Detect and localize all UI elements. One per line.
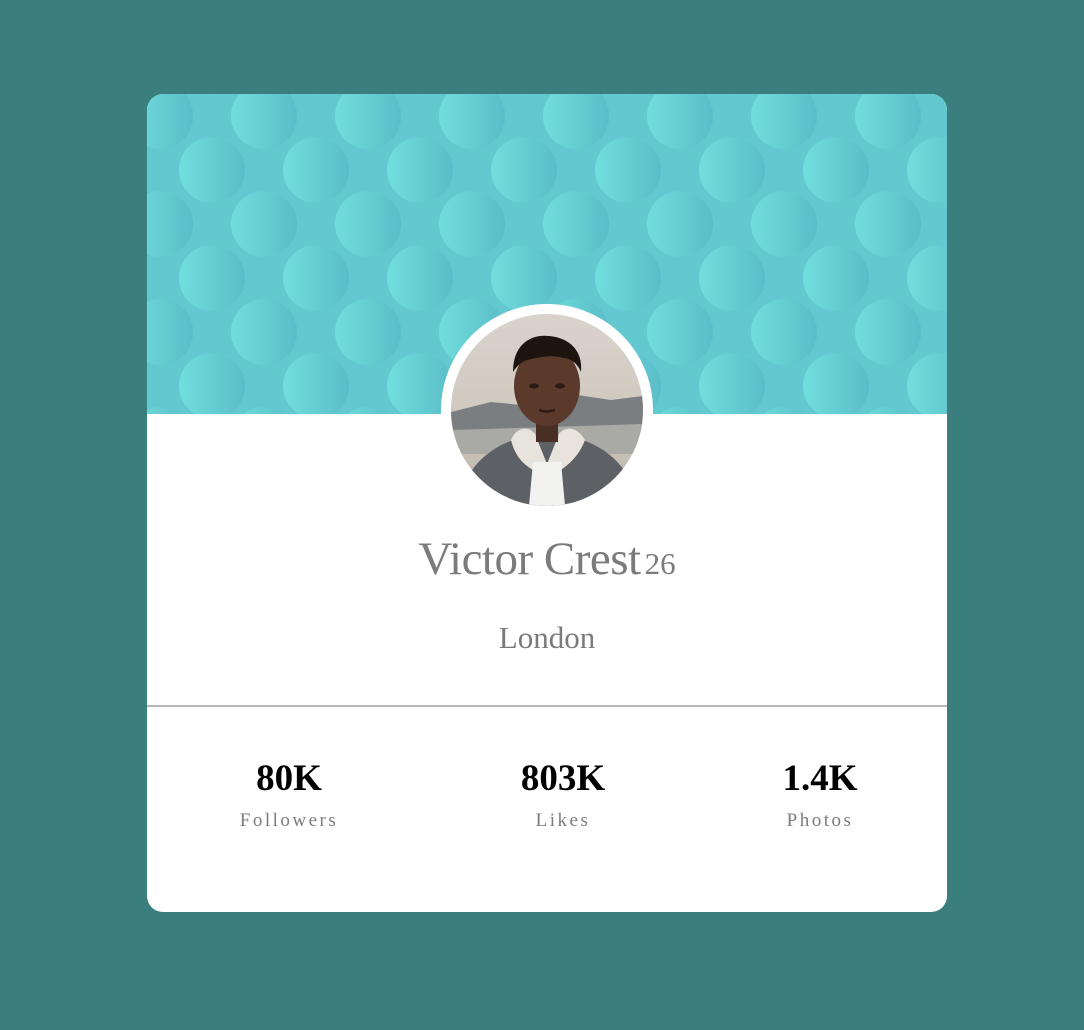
pattern-circle — [439, 191, 505, 257]
pattern-circle — [335, 299, 401, 365]
pattern-circle — [751, 299, 817, 365]
pattern-circle — [647, 299, 713, 365]
pattern-circle — [543, 191, 609, 257]
pattern-circle — [179, 353, 245, 414]
profile-name: Victor Crest — [418, 533, 641, 585]
pattern-circle — [515, 94, 533, 95]
pattern-circle — [231, 299, 297, 365]
stat-value: 80K — [256, 758, 322, 799]
pattern-circle — [763, 407, 805, 414]
stat-followers[interactable]: 80K Followers — [189, 758, 389, 832]
pattern-circle — [231, 94, 297, 149]
pattern-circle — [387, 245, 453, 311]
stat-likes[interactable]: 803K Likes — [463, 758, 663, 832]
pattern-circle — [751, 191, 817, 257]
stat-photos[interactable]: 1.4K Photos — [720, 758, 920, 832]
pattern-circle — [179, 137, 245, 203]
pattern-circle — [827, 94, 845, 95]
pattern-circle — [751, 94, 817, 149]
name-line: Victor Crest 26 — [147, 532, 947, 586]
pattern-circle — [647, 191, 713, 257]
pattern-circle — [803, 137, 869, 203]
profile-photo — [451, 314, 643, 506]
pattern-circle — [283, 245, 349, 311]
divider — [147, 705, 947, 707]
pattern-circle — [803, 245, 869, 311]
stat-label: Likes — [535, 809, 591, 831]
pattern-circle — [723, 94, 741, 95]
pattern-circle — [411, 94, 429, 95]
pattern-circle — [203, 94, 221, 95]
pattern-circle — [855, 94, 921, 149]
pattern-circle — [647, 94, 713, 149]
profile-city: London — [498, 620, 596, 655]
pattern-circle — [699, 353, 765, 414]
pattern-circle — [907, 137, 947, 203]
pattern-circle — [699, 245, 765, 311]
avatar[interactable] — [451, 314, 643, 506]
pattern-circle — [243, 407, 285, 414]
pattern-circle — [491, 245, 557, 311]
pattern-circle — [659, 407, 701, 414]
pattern-circle — [147, 407, 181, 414]
stat-value: 803K — [520, 758, 606, 799]
stat-value: 1.4K — [782, 758, 858, 799]
avatar-frame — [441, 304, 653, 516]
pattern-circle — [907, 245, 947, 311]
profile-card: Victor Crest 26 London 80K Followers 803K… — [147, 94, 947, 912]
pattern-circle — [699, 137, 765, 203]
pattern-circle — [855, 299, 921, 365]
pattern-circle — [855, 191, 921, 257]
pattern-circle — [907, 353, 947, 414]
pattern-circle — [283, 353, 349, 414]
pattern-circle — [335, 94, 401, 149]
pattern-circle — [335, 191, 401, 257]
pattern-circle — [307, 94, 325, 95]
stat-label: Photos — [786, 809, 854, 831]
stat-label: Followers — [239, 809, 339, 831]
pattern-circle — [147, 299, 193, 365]
pattern-circle — [595, 245, 661, 311]
pattern-circle — [387, 137, 453, 203]
pattern-circle — [147, 94, 193, 149]
pattern-circle — [147, 191, 193, 257]
profile-age: 26 — [644, 546, 676, 581]
pattern-circle — [347, 407, 389, 414]
pattern-circle — [803, 353, 869, 414]
pattern-circle — [179, 245, 245, 311]
pattern-circle — [867, 407, 909, 414]
pattern-circle — [619, 94, 637, 95]
pattern-circle — [231, 191, 297, 257]
pattern-circle — [283, 137, 349, 203]
pattern-circle — [543, 94, 609, 149]
pattern-circle — [439, 94, 505, 149]
pattern-circle — [595, 137, 661, 203]
pattern-circle — [491, 137, 557, 203]
